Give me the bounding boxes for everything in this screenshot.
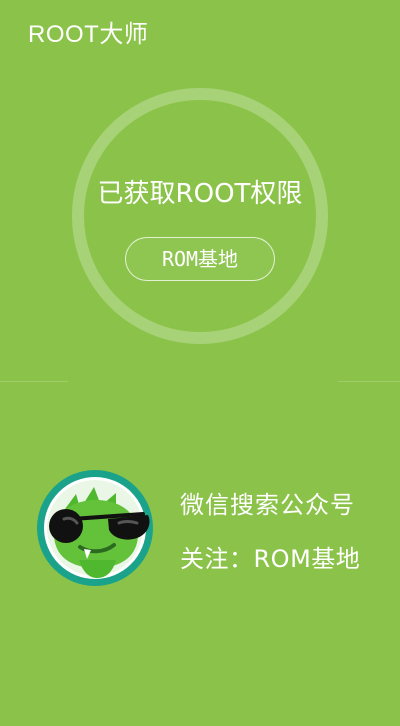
root-status-ring xyxy=(72,88,328,344)
app-title: ROOT大师 xyxy=(28,21,149,48)
faint-divider-right xyxy=(338,381,400,382)
rom-base-button[interactable]: ROM基地 xyxy=(125,237,275,281)
follow-rom-base-text: 关注：ROM基地 xyxy=(180,545,361,573)
faint-divider-left xyxy=(0,381,68,382)
mascot-avatar-icon xyxy=(36,469,154,587)
wechat-search-text: 微信搜索公众号 xyxy=(180,491,355,519)
root-status-text: 已获取ROOT权限 xyxy=(97,179,303,209)
rom-base-button-label: ROM基地 xyxy=(161,247,239,271)
